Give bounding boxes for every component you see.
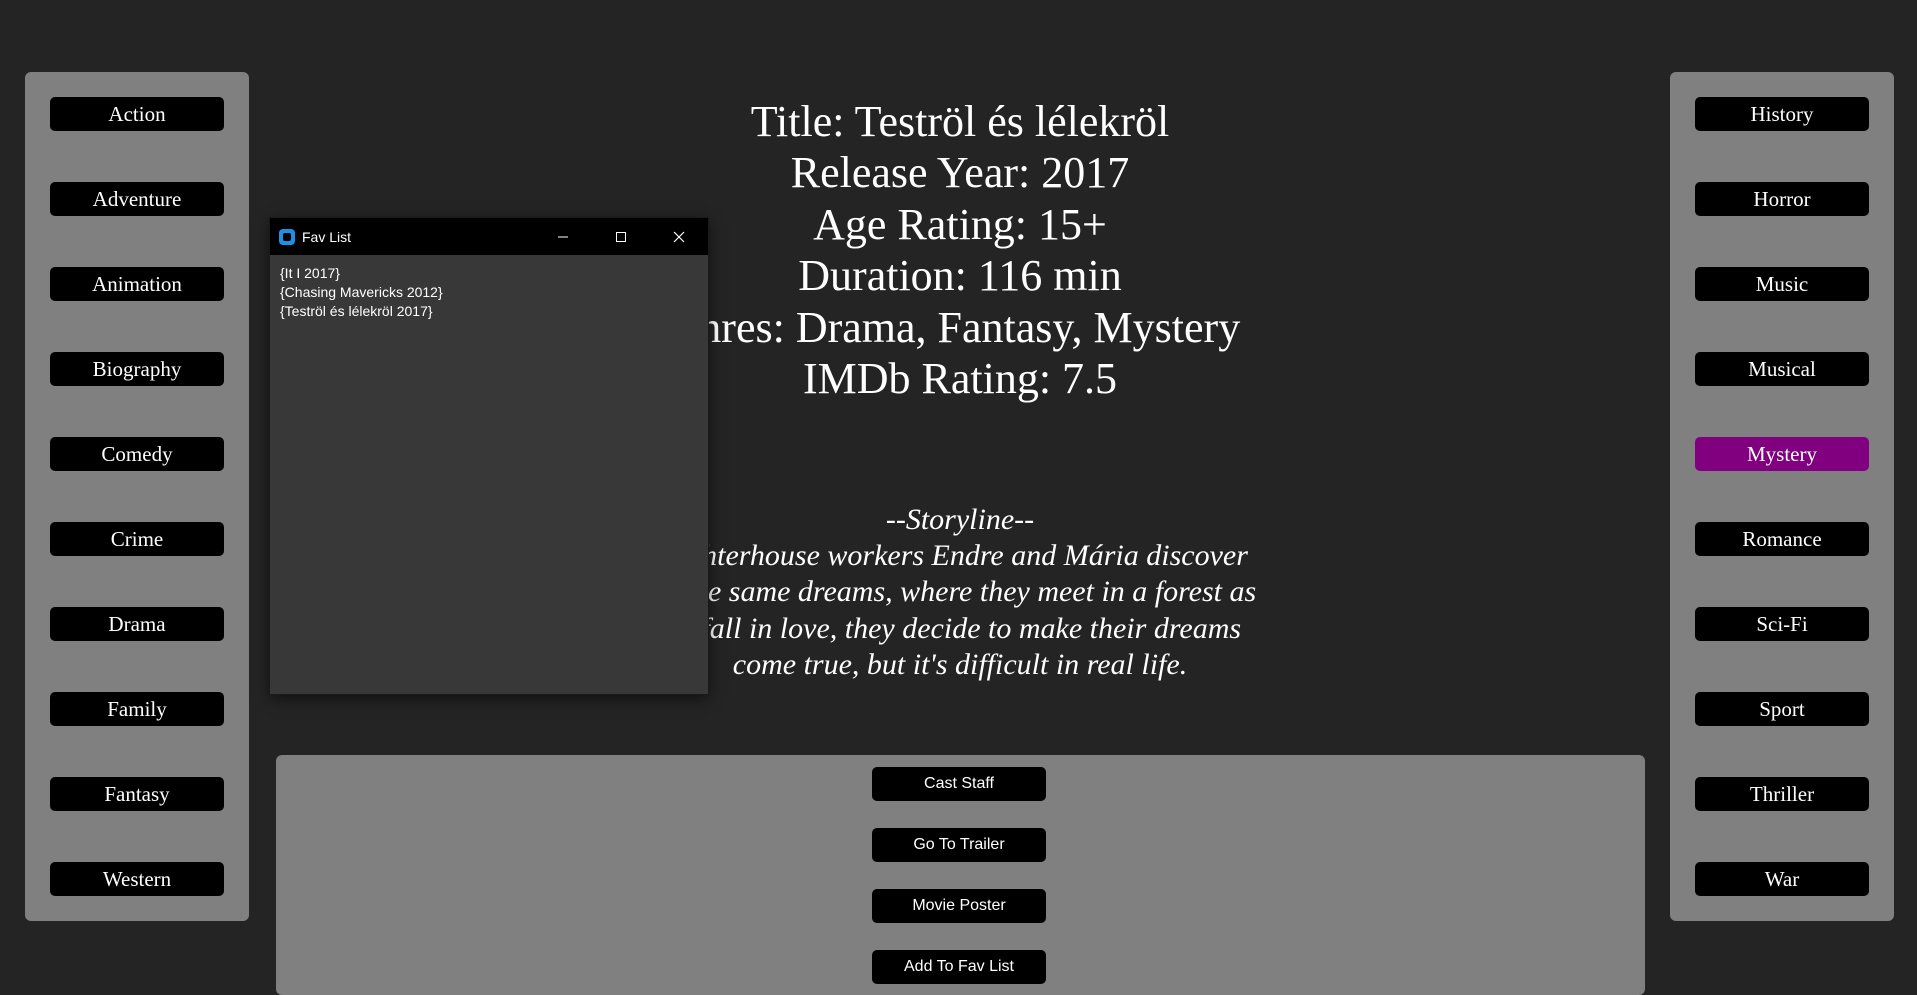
genre-button-fantasy[interactable]: Fantasy — [50, 777, 224, 811]
genre-button-war[interactable]: War — [1695, 862, 1869, 896]
genre-button-musical[interactable]: Musical — [1695, 352, 1869, 386]
genre-button-comedy[interactable]: Comedy — [50, 437, 224, 471]
left-genre-panel: Action Adventure Animation Biography Com… — [25, 72, 249, 921]
genre-button-drama[interactable]: Drama — [50, 607, 224, 641]
genre-button-music[interactable]: Music — [1695, 267, 1869, 301]
minimize-icon[interactable] — [534, 218, 592, 255]
right-genre-panel: History Horror Music Musical Mystery Rom… — [1670, 72, 1894, 921]
storyline: --Storyline-- ughterhouse workers Endre … — [600, 502, 1320, 683]
close-icon[interactable] — [650, 218, 708, 255]
maximize-icon[interactable] — [592, 218, 650, 255]
fav-list-item[interactable]: {Chasing Mavericks 2012} — [280, 283, 698, 302]
storyline-line: come true, but it's difficult in real li… — [732, 647, 1188, 681]
fav-list-window: Fav List {It I 2017} {Chasing Mavericks … — [270, 218, 708, 694]
genre-button-family[interactable]: Family — [50, 692, 224, 726]
fav-list-item[interactable]: {Teströl és lélekröl 2017} — [280, 302, 698, 321]
genre-button-sport[interactable]: Sport — [1695, 692, 1869, 726]
genre-button-western[interactable]: Western — [50, 862, 224, 896]
fav-list-item[interactable]: {It I 2017} — [280, 264, 698, 283]
genre-button-biography[interactable]: Biography — [50, 352, 224, 386]
storyline-line: e the same dreams, where they meet in a … — [663, 575, 1257, 609]
action-panel: Cast Staff Go To Trailer Movie Poster Ad… — [276, 755, 1645, 995]
movie-genres: enres: Drama, Fantasy, Mystery — [679, 302, 1241, 352]
fav-list-titlebar[interactable]: Fav List — [270, 218, 708, 255]
movie-poster-button[interactable]: Movie Poster — [872, 889, 1046, 923]
genre-button-adventure[interactable]: Adventure — [50, 182, 224, 216]
fav-list: {It I 2017} {Chasing Mavericks 2012} {Te… — [270, 255, 708, 330]
genre-button-thriller[interactable]: Thriller — [1695, 777, 1869, 811]
movie-title: Title: Teströl és lélekröl — [750, 97, 1170, 146]
movie-imdb-rating: IMDb Rating: 7.5 — [802, 354, 1118, 404]
fav-list-window-title: Fav List — [302, 228, 352, 245]
movie-release-year: Release Year: 2017 — [790, 148, 1130, 198]
storyline-line: d fall in love, they decide to make thei… — [678, 611, 1242, 645]
app-icon — [279, 228, 295, 245]
genre-button-horror[interactable]: Horror — [1695, 182, 1869, 216]
storyline-line: ughterhouse workers Endre and Mária disc… — [672, 539, 1248, 573]
genre-button-mystery[interactable]: Mystery — [1695, 437, 1869, 471]
movie-age-rating: Age Rating: 15+ — [813, 199, 1107, 249]
genre-button-crime[interactable]: Crime — [50, 522, 224, 556]
go-to-trailer-button[interactable]: Go To Trailer — [872, 828, 1046, 862]
genre-button-action[interactable]: Action — [50, 97, 224, 131]
movie-info: Title: Teströl és lélekröl Release Year:… — [620, 96, 1300, 404]
genre-button-history[interactable]: History — [1695, 97, 1869, 131]
storyline-heading: --Storyline-- — [885, 503, 1035, 536]
genre-button-animation[interactable]: Animation — [50, 267, 224, 301]
cast-staff-button[interactable]: Cast Staff — [872, 767, 1046, 801]
genre-button-sci-fi[interactable]: Sci-Fi — [1695, 607, 1869, 641]
movie-duration: Duration: 116 min — [798, 251, 1122, 301]
genre-button-romance[interactable]: Romance — [1695, 522, 1869, 556]
add-to-fav-list-button[interactable]: Add To Fav List — [872, 950, 1046, 984]
